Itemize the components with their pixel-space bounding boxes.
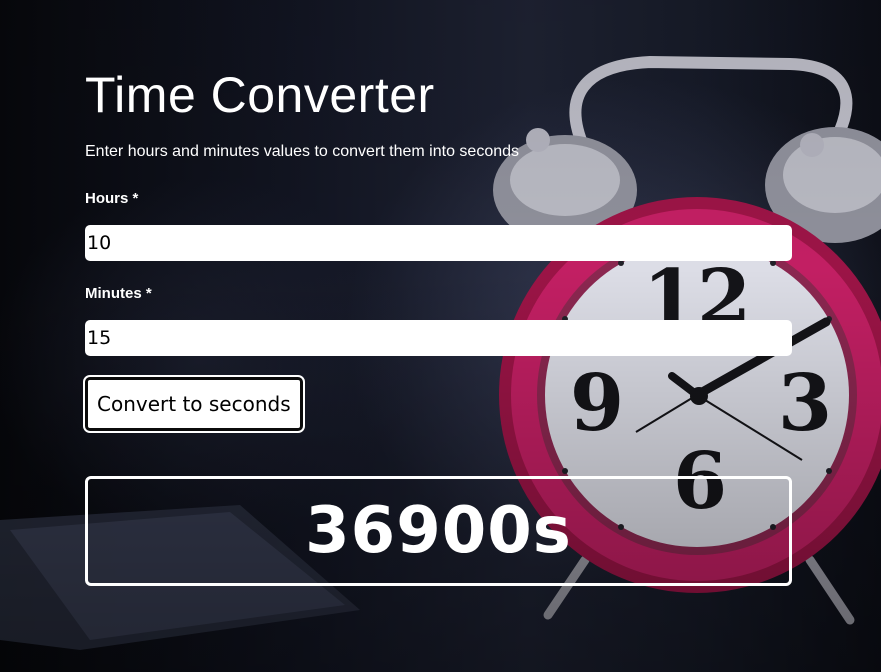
result-box: 36900s: [85, 476, 792, 586]
minutes-label: Minutes *: [85, 285, 152, 302]
hours-input[interactable]: [85, 225, 792, 261]
convert-button[interactable]: Convert to seconds: [83, 375, 305, 433]
converter-form: Time Converter Enter hours and minutes v…: [83, 62, 792, 586]
result-value: 36900s: [305, 494, 572, 568]
page-title: Time Converter: [85, 67, 435, 123]
page-subtitle: Enter hours and minutes values to conver…: [85, 143, 520, 160]
hours-label: Hours *: [85, 190, 139, 207]
minutes-input[interactable]: [85, 320, 792, 356]
